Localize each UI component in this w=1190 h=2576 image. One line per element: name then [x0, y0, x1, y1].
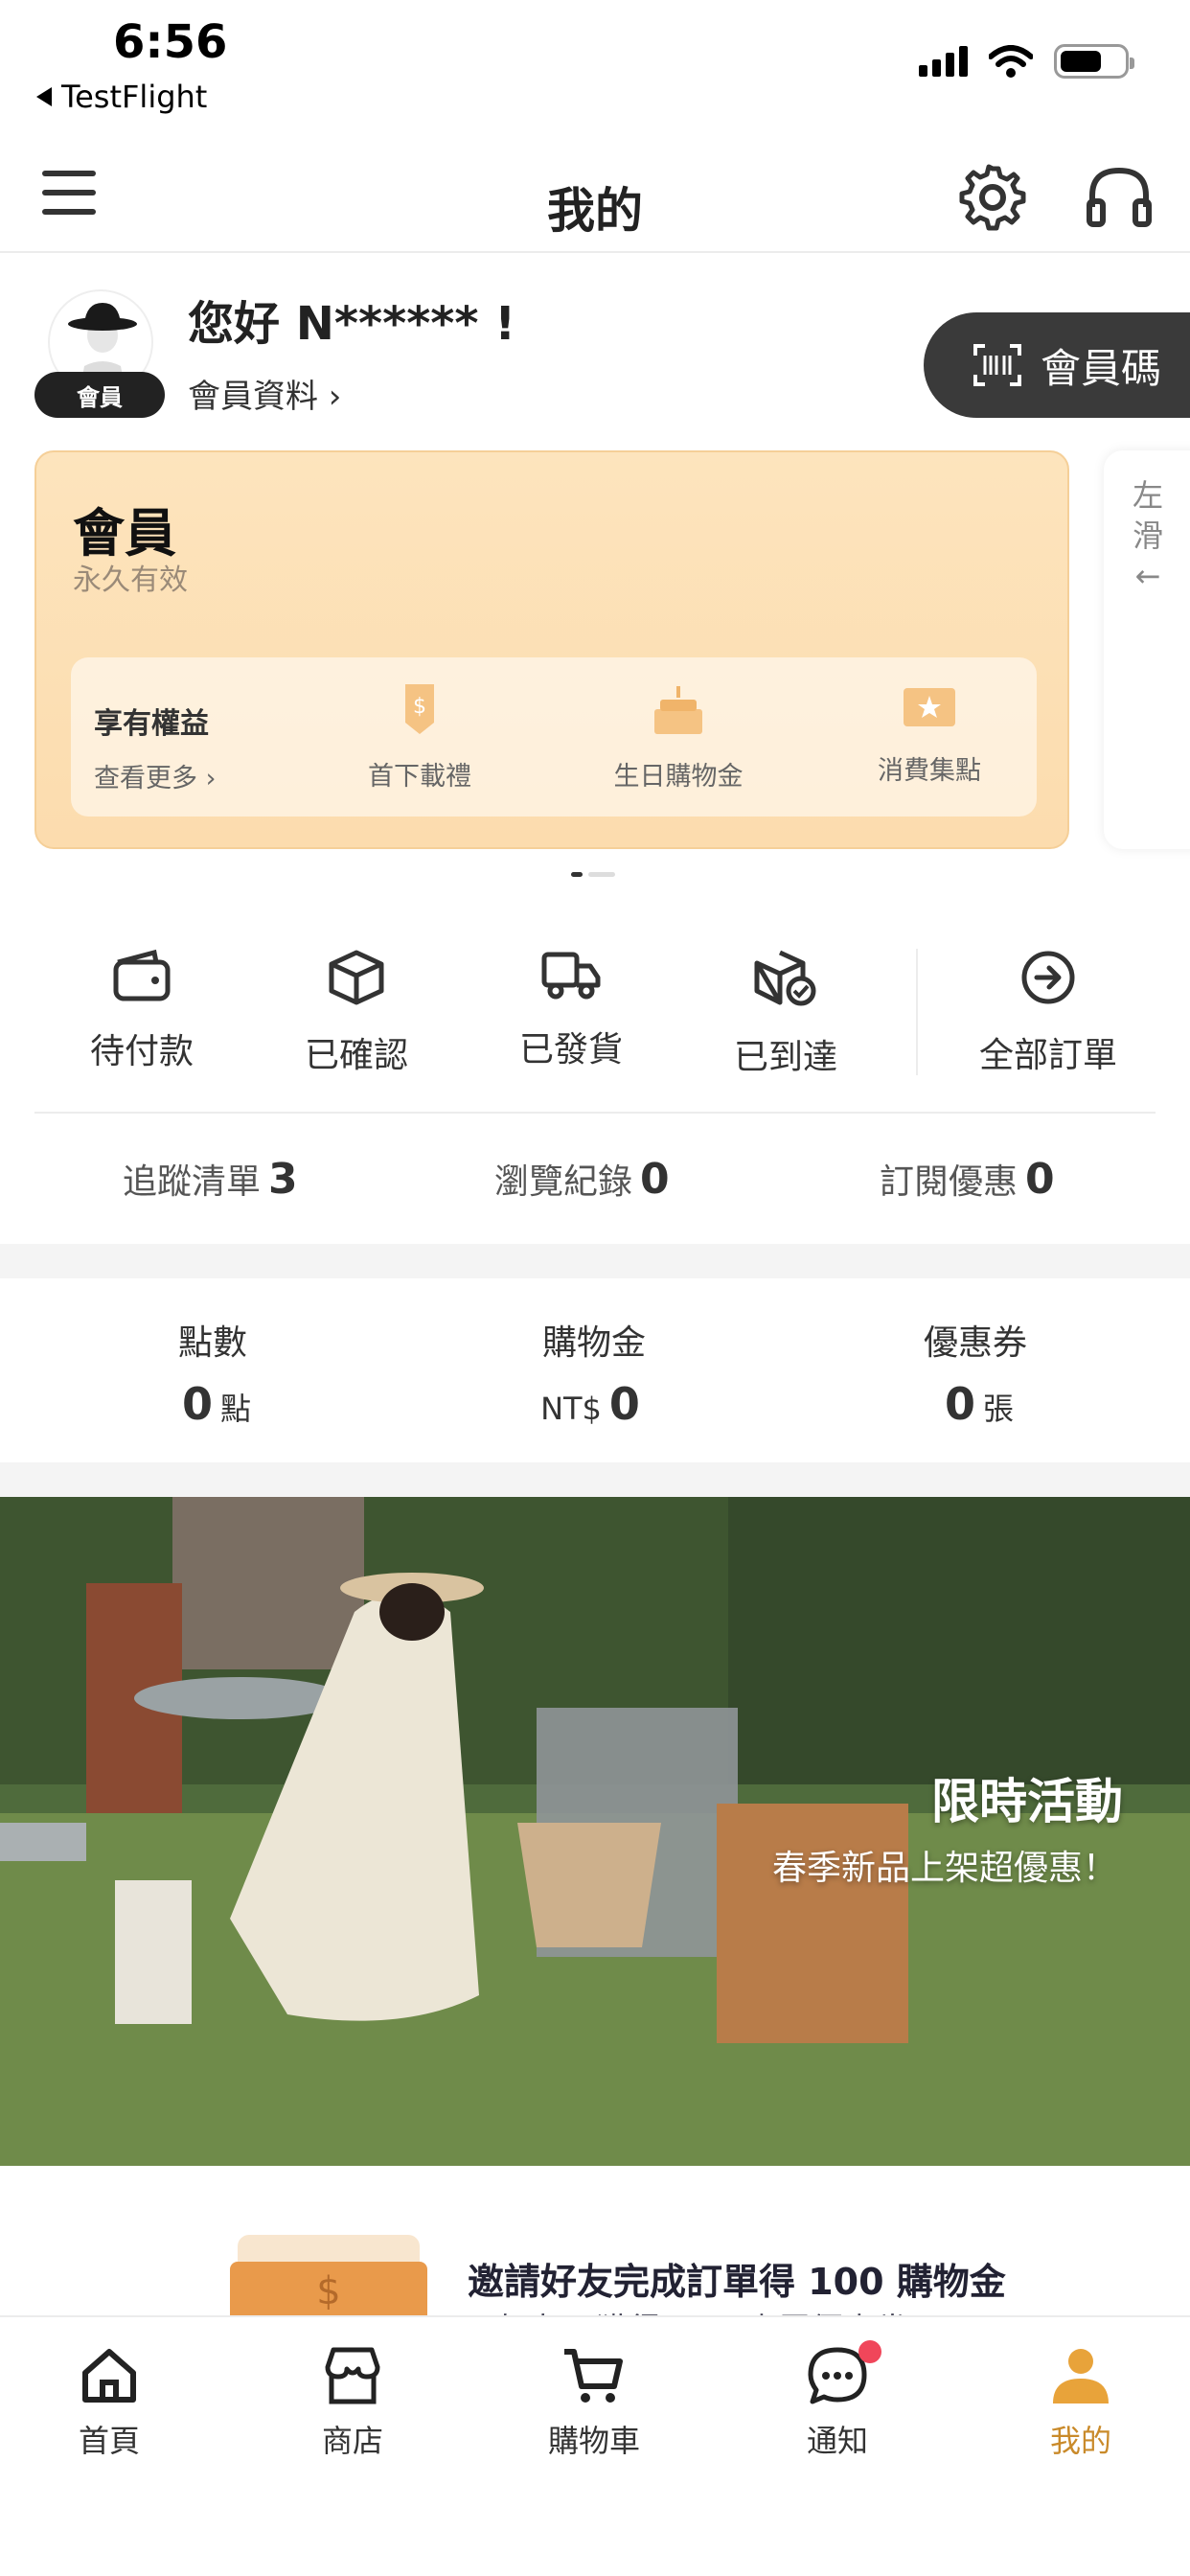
- stat-watchlist[interactable]: 追蹤清單 3: [123, 1154, 298, 1204]
- invite-subtitle: 好友可獲得 App 專屬優惠券: [498, 2304, 908, 2315]
- notification-dot: [858, 2340, 881, 2363]
- member-code-button[interactable]: 會員碼: [924, 312, 1190, 418]
- truck-icon: [541, 952, 601, 1000]
- stat-label: 訂閱優惠: [880, 1162, 1018, 1202]
- stat-browse-history[interactable]: 瀏覽紀錄 0: [494, 1154, 670, 1204]
- wallet-prefix: NT$: [540, 1391, 602, 1427]
- tab-me[interactable]: 我的: [985, 2346, 1177, 2461]
- invite-friends-card[interactable]: $ 邀請好友完成訂單得 100 購物金 好友可獲得 App 專屬優惠券: [0, 2200, 1190, 2315]
- back-arrow-icon: [36, 87, 52, 106]
- box-check-icon: [754, 950, 816, 1006]
- member-validity: 永久有效: [73, 564, 188, 597]
- card-page-indicator: [571, 872, 615, 877]
- svg-text:$: $: [316, 2269, 340, 2313]
- benefit-label: 首下載禮: [368, 762, 471, 792]
- red-envelope-icon: $: [230, 2235, 427, 2315]
- points-summary[interactable]: 點數 0點: [69, 1315, 356, 1430]
- stat-label: 瀏覽紀錄: [494, 1162, 633, 1202]
- tab-label: 購物車: [547, 2423, 640, 2459]
- section-gap: [0, 1462, 1190, 1497]
- star-ticket-icon: [904, 688, 955, 726]
- divider: [34, 1112, 1156, 1114]
- order-label: 待付款: [89, 1032, 194, 1071]
- dollar-badge-icon: $: [405, 684, 434, 734]
- stat-value: 0: [640, 1155, 670, 1204]
- tab-label: 通知: [806, 2423, 868, 2459]
- order-status-arrived[interactable]: 已到達: [699, 949, 872, 1079]
- next-card-peek[interactable]: 左滑←: [1104, 450, 1190, 849]
- order-divider: [916, 949, 918, 1075]
- back-to-testflight[interactable]: TestFlight: [36, 79, 207, 115]
- benefit-label: 消費集點: [878, 756, 981, 786]
- settings-gear-icon[interactable]: [958, 163, 1027, 232]
- member-info-link[interactable]: 會員資料 ›: [188, 370, 341, 417]
- wallet-value: 0: [944, 1378, 975, 1430]
- member-level-badge: 會員: [34, 372, 165, 418]
- wallet-unit: 點: [220, 1391, 252, 1427]
- swipe-left-hint: 左滑←: [1132, 477, 1163, 594]
- coupon-summary[interactable]: 優惠券 0張: [832, 1315, 1119, 1430]
- order-label: 全部訂單: [978, 1036, 1117, 1075]
- order-label: 已發貨: [518, 1030, 623, 1070]
- member-card[interactable]: 會員 永久有效 享有權益 查看更多 › $ 首下載禮 生日購物金 消費集點: [34, 450, 1069, 849]
- tab-store[interactable]: 商店: [257, 2346, 448, 2461]
- status-icons: [919, 44, 1134, 79]
- stat-value: 3: [268, 1155, 298, 1204]
- arrow-circle-icon: [1021, 951, 1075, 1004]
- wallet-title: 點數: [177, 1323, 247, 1363]
- greeting-text: 您好 N****** !: [188, 297, 516, 351]
- status-time: 6:56: [113, 15, 228, 69]
- all-orders-link[interactable]: 全部訂單: [962, 949, 1134, 1077]
- benefit-item[interactable]: 生日購物金: [573, 682, 784, 793]
- wallet-unit: 張: [983, 1391, 1015, 1427]
- order-status-confirmed[interactable]: 已確認: [270, 949, 443, 1077]
- shopping-credit-summary[interactable]: 購物金 NT$ 0: [450, 1315, 738, 1430]
- tab-bar: 首頁 商店 購物車 通知 我的: [0, 2315, 1190, 2576]
- tab-cart[interactable]: 購物車: [498, 2346, 690, 2461]
- barcode-scan-icon: [973, 344, 1021, 386]
- order-status-shipped[interactable]: 已發貨: [485, 949, 657, 1071]
- banner-subtitle: 春季新品上架超優惠！: [771, 1849, 1117, 1888]
- benefit-item[interactable]: $ 首下載禮: [314, 682, 525, 793]
- tab-label: 我的: [1049, 2423, 1111, 2459]
- nav-bar: 我的: [0, 134, 1190, 253]
- home-icon: [82, 2349, 136, 2403]
- cart-icon: [564, 2349, 623, 2403]
- member-code-label: 會員碼: [1041, 344, 1162, 392]
- wallet-value: 0: [608, 1378, 640, 1430]
- wallet-title: 優惠券: [923, 1323, 1027, 1363]
- benefits-title: 享有權益: [94, 707, 209, 741]
- order-label: 已確認: [304, 1036, 408, 1075]
- stat-value: 0: [1025, 1155, 1055, 1204]
- store-icon: [325, 2347, 380, 2404]
- wifi-icon: [989, 45, 1033, 78]
- stat-label: 追蹤清單: [123, 1162, 262, 1202]
- cellular-signal-icon: [919, 46, 968, 77]
- user-icon: [1053, 2349, 1109, 2404]
- order-label: 已到達: [733, 1038, 837, 1077]
- promo-banner[interactable]: 限時活動 春季新品上架超優惠！: [0, 1497, 1190, 2166]
- order-status-pending-payment[interactable]: 待付款: [56, 949, 228, 1073]
- birthday-cake-icon: [654, 686, 702, 734]
- section-gap: [0, 1244, 1190, 1278]
- wallet-title: 購物金: [541, 1323, 646, 1363]
- tab-label: 商店: [321, 2423, 383, 2459]
- tab-label: 首頁: [78, 2423, 140, 2459]
- tab-home[interactable]: 首頁: [13, 2346, 205, 2461]
- wallet-value: 0: [181, 1378, 213, 1430]
- tab-notifications[interactable]: 通知: [742, 2346, 933, 2461]
- stat-subscriptions[interactable]: 訂閱優惠 0: [880, 1154, 1055, 1204]
- box-icon: [329, 950, 384, 1005]
- svg-text:$: $: [413, 695, 426, 719]
- banner-title: 限時活動: [931, 1774, 1123, 1829]
- back-app-label: TestFlight: [61, 79, 208, 115]
- headset-icon[interactable]: [1087, 165, 1152, 228]
- benefit-item[interactable]: 消費集點: [824, 682, 1035, 787]
- wallet-icon: [113, 949, 171, 1001]
- benefit-label: 生日購物金: [613, 762, 744, 792]
- battery-icon: [1054, 44, 1134, 79]
- benefits-more-link[interactable]: 查看更多 ›: [94, 757, 216, 794]
- benefits-panel: 享有權益 查看更多 › $ 首下載禮 生日購物金 消費集點: [71, 657, 1037, 816]
- invite-title: 邀請好友完成訂單得 100 購物金: [468, 2261, 1006, 2303]
